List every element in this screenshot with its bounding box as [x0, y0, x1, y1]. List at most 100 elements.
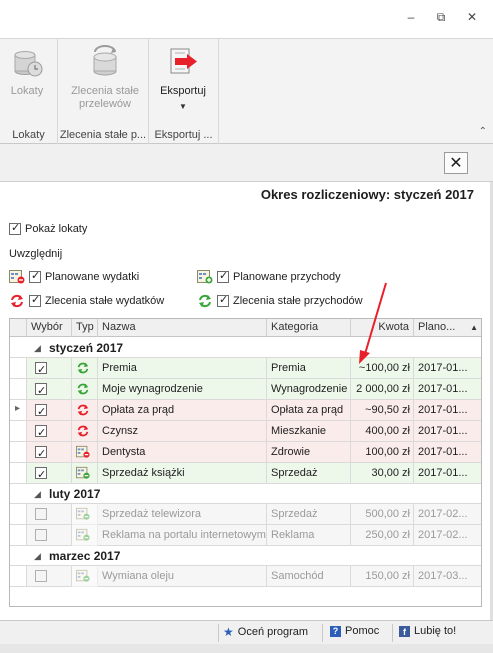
- lokaty-button[interactable]: Lokaty: [7, 45, 47, 98]
- group-row[interactable]: ◢ luty 2017: [10, 484, 481, 504]
- eksportuj-button[interactable]: Eksportuj ▼: [154, 45, 212, 113]
- standing-expenses-checkbox[interactable]: [29, 293, 41, 307]
- name-cell[interactable]: Sprzedaż książki: [98, 463, 267, 484]
- planned-date-cell[interactable]: 2017-01...: [414, 358, 481, 379]
- zlecenia-stale-button[interactable]: Zlecenia stałe przelewów: [66, 45, 144, 111]
- planned-date-cell[interactable]: 2017-03...: [414, 566, 481, 587]
- table-row[interactable]: CzynszMieszkanie400,00 zł2017-01...: [10, 421, 481, 442]
- planned-date-cell[interactable]: 2017-01...: [414, 379, 481, 400]
- header-kategoria[interactable]: Kategoria: [267, 319, 351, 337]
- ribbon-collapse-icon[interactable]: ⌃: [479, 126, 487, 137]
- like-button[interactable]: f Lubię to!: [399, 625, 456, 637]
- select-checkbox[interactable]: [35, 508, 47, 521]
- select-cell[interactable]: [27, 504, 72, 525]
- table-row[interactable]: Moje wynagrodzenieWynagrodzenie2 000,00 …: [10, 379, 481, 400]
- category-cell[interactable]: Premia: [267, 358, 351, 379]
- select-checkbox[interactable]: [35, 381, 47, 399]
- table-row[interactable]: Opłata za prądOpłata za prąd~90,50 zł201…: [10, 400, 481, 421]
- amount-cell[interactable]: 30,00 zł: [351, 463, 414, 484]
- select-checkbox[interactable]: [35, 360, 47, 378]
- select-checkbox[interactable]: [35, 465, 47, 483]
- planned-income-option[interactable]: Planowane przychody: [197, 269, 341, 284]
- category-cell[interactable]: Wynagrodzenie: [267, 379, 351, 400]
- name-cell[interactable]: Opłata za prąd: [98, 400, 267, 421]
- planned-date-cell[interactable]: 2017-01...: [414, 400, 481, 421]
- standing-income-checkbox[interactable]: [217, 293, 229, 307]
- show-deposits-option[interactable]: Pokaż lokaty: [9, 221, 87, 235]
- amount-cell[interactable]: 2 000,00 zł: [351, 379, 414, 400]
- table-row[interactable]: Wymiana oleju Samochód 150,00 zł 2017-03...: [10, 566, 481, 587]
- name-cell[interactable]: Moje wynagrodzenie: [98, 379, 267, 400]
- header-planowana[interactable]: Plano... ▲: [414, 319, 481, 337]
- expand-icon[interactable]: ◢: [34, 489, 41, 500]
- amount-cell[interactable]: 400,00 zł: [351, 421, 414, 442]
- category-cell[interactable]: Opłata za prąd: [267, 400, 351, 421]
- planned-date-cell[interactable]: 2017-01...: [414, 421, 481, 442]
- amount-cell[interactable]: 250,00 zł: [351, 525, 414, 546]
- help-button[interactable]: ? Pomoc: [330, 625, 379, 637]
- header-wybor[interactable]: Wybór: [27, 319, 72, 337]
- group-row[interactable]: ◢ styczeń 2017: [10, 338, 481, 358]
- group-row[interactable]: ◢ marzec 2017: [10, 546, 481, 566]
- select-checkbox[interactable]: [35, 570, 47, 583]
- standing-income-label: Zlecenia stałe przychodów: [233, 295, 363, 307]
- category-cell[interactable]: Reklama: [267, 525, 351, 546]
- planned-date-cell[interactable]: 2017-02...: [414, 525, 481, 546]
- select-cell[interactable]: [27, 379, 72, 400]
- table-row[interactable]: PremiaPremia~100,00 zł2017-01...: [10, 358, 481, 379]
- amount-cell[interactable]: 100,00 zł: [351, 442, 414, 463]
- table-row[interactable]: DentystaZdrowie100,00 zł2017-01...: [10, 442, 481, 463]
- select-cell[interactable]: [27, 463, 72, 484]
- planned-date-cell[interactable]: 2017-01...: [414, 463, 481, 484]
- table-row[interactable]: Sprzedaż telewizora Sprzedaż 500,00 zł 2017…: [10, 504, 481, 525]
- category-cell[interactable]: Zdrowie: [267, 442, 351, 463]
- amount-cell[interactable]: 500,00 zł: [351, 504, 414, 525]
- category-cell[interactable]: Sprzedaż: [267, 463, 351, 484]
- planned-date-cell[interactable]: 2017-01...: [414, 442, 481, 463]
- planned-expenses-option[interactable]: Planowane wydatki: [9, 269, 139, 284]
- close-window-button[interactable]: ✕: [461, 8, 483, 26]
- name-cell[interactable]: Premia: [98, 358, 267, 379]
- rate-program-button[interactable]: ★ Oceń program: [223, 625, 308, 639]
- planned-income-checkbox[interactable]: [217, 269, 229, 283]
- restore-button[interactable]: ⧉: [430, 8, 452, 26]
- select-cell[interactable]: [27, 421, 72, 442]
- include-label: Uwzględnij: [9, 248, 63, 260]
- name-cell[interactable]: Wymiana oleju: [98, 566, 267, 587]
- select-checkbox[interactable]: [35, 402, 47, 420]
- category-cell[interactable]: Mieszkanie: [267, 421, 351, 442]
- header-nazwa[interactable]: Nazwa: [98, 319, 267, 337]
- select-checkbox[interactable]: [35, 423, 47, 441]
- expand-icon[interactable]: ◢: [34, 551, 41, 562]
- category-cell[interactable]: Sprzedaż: [267, 504, 351, 525]
- table-row[interactable]: Sprzedaż książkiSprzedaż30,00 zł2017-01.…: [10, 463, 481, 484]
- type-cell: [72, 442, 98, 463]
- select-cell[interactable]: [27, 400, 72, 421]
- status-separator: [392, 624, 393, 642]
- show-deposits-checkbox[interactable]: [9, 221, 21, 235]
- planned-date-cell[interactable]: 2017-02...: [414, 504, 481, 525]
- minimize-button[interactable]: –: [400, 8, 422, 26]
- category-cell[interactable]: Samochód: [267, 566, 351, 587]
- table-row[interactable]: Reklama na portalu internetowym Reklama 25…: [10, 525, 481, 546]
- select-checkbox[interactable]: [35, 444, 47, 462]
- header-typ[interactable]: Typ: [72, 319, 98, 337]
- select-cell[interactable]: [27, 566, 72, 587]
- select-cell[interactable]: [27, 525, 72, 546]
- name-cell[interactable]: Reklama na portalu internetowym: [98, 525, 267, 546]
- amount-cell[interactable]: 150,00 zł: [351, 566, 414, 587]
- row-indicator: [10, 566, 27, 587]
- name-cell[interactable]: Sprzedaż telewizora: [98, 504, 267, 525]
- planned-expenses-checkbox[interactable]: [29, 269, 41, 283]
- standing-expenses-option[interactable]: Zlecenia stałe wydatków: [9, 293, 164, 308]
- amount-cell[interactable]: ~90,50 zł: [351, 400, 414, 421]
- name-cell[interactable]: Czynsz: [98, 421, 267, 442]
- name-cell[interactable]: Dentysta: [98, 442, 267, 463]
- close-tab-button[interactable]: ✕: [444, 152, 468, 174]
- select-cell[interactable]: [27, 442, 72, 463]
- expand-icon[interactable]: ◢: [34, 343, 41, 354]
- select-checkbox[interactable]: [35, 529, 47, 542]
- planned-income-label: Planowane przychody: [233, 271, 341, 283]
- select-cell[interactable]: [27, 358, 72, 379]
- standing-income-option[interactable]: Zlecenia stałe przychodów: [197, 293, 363, 308]
